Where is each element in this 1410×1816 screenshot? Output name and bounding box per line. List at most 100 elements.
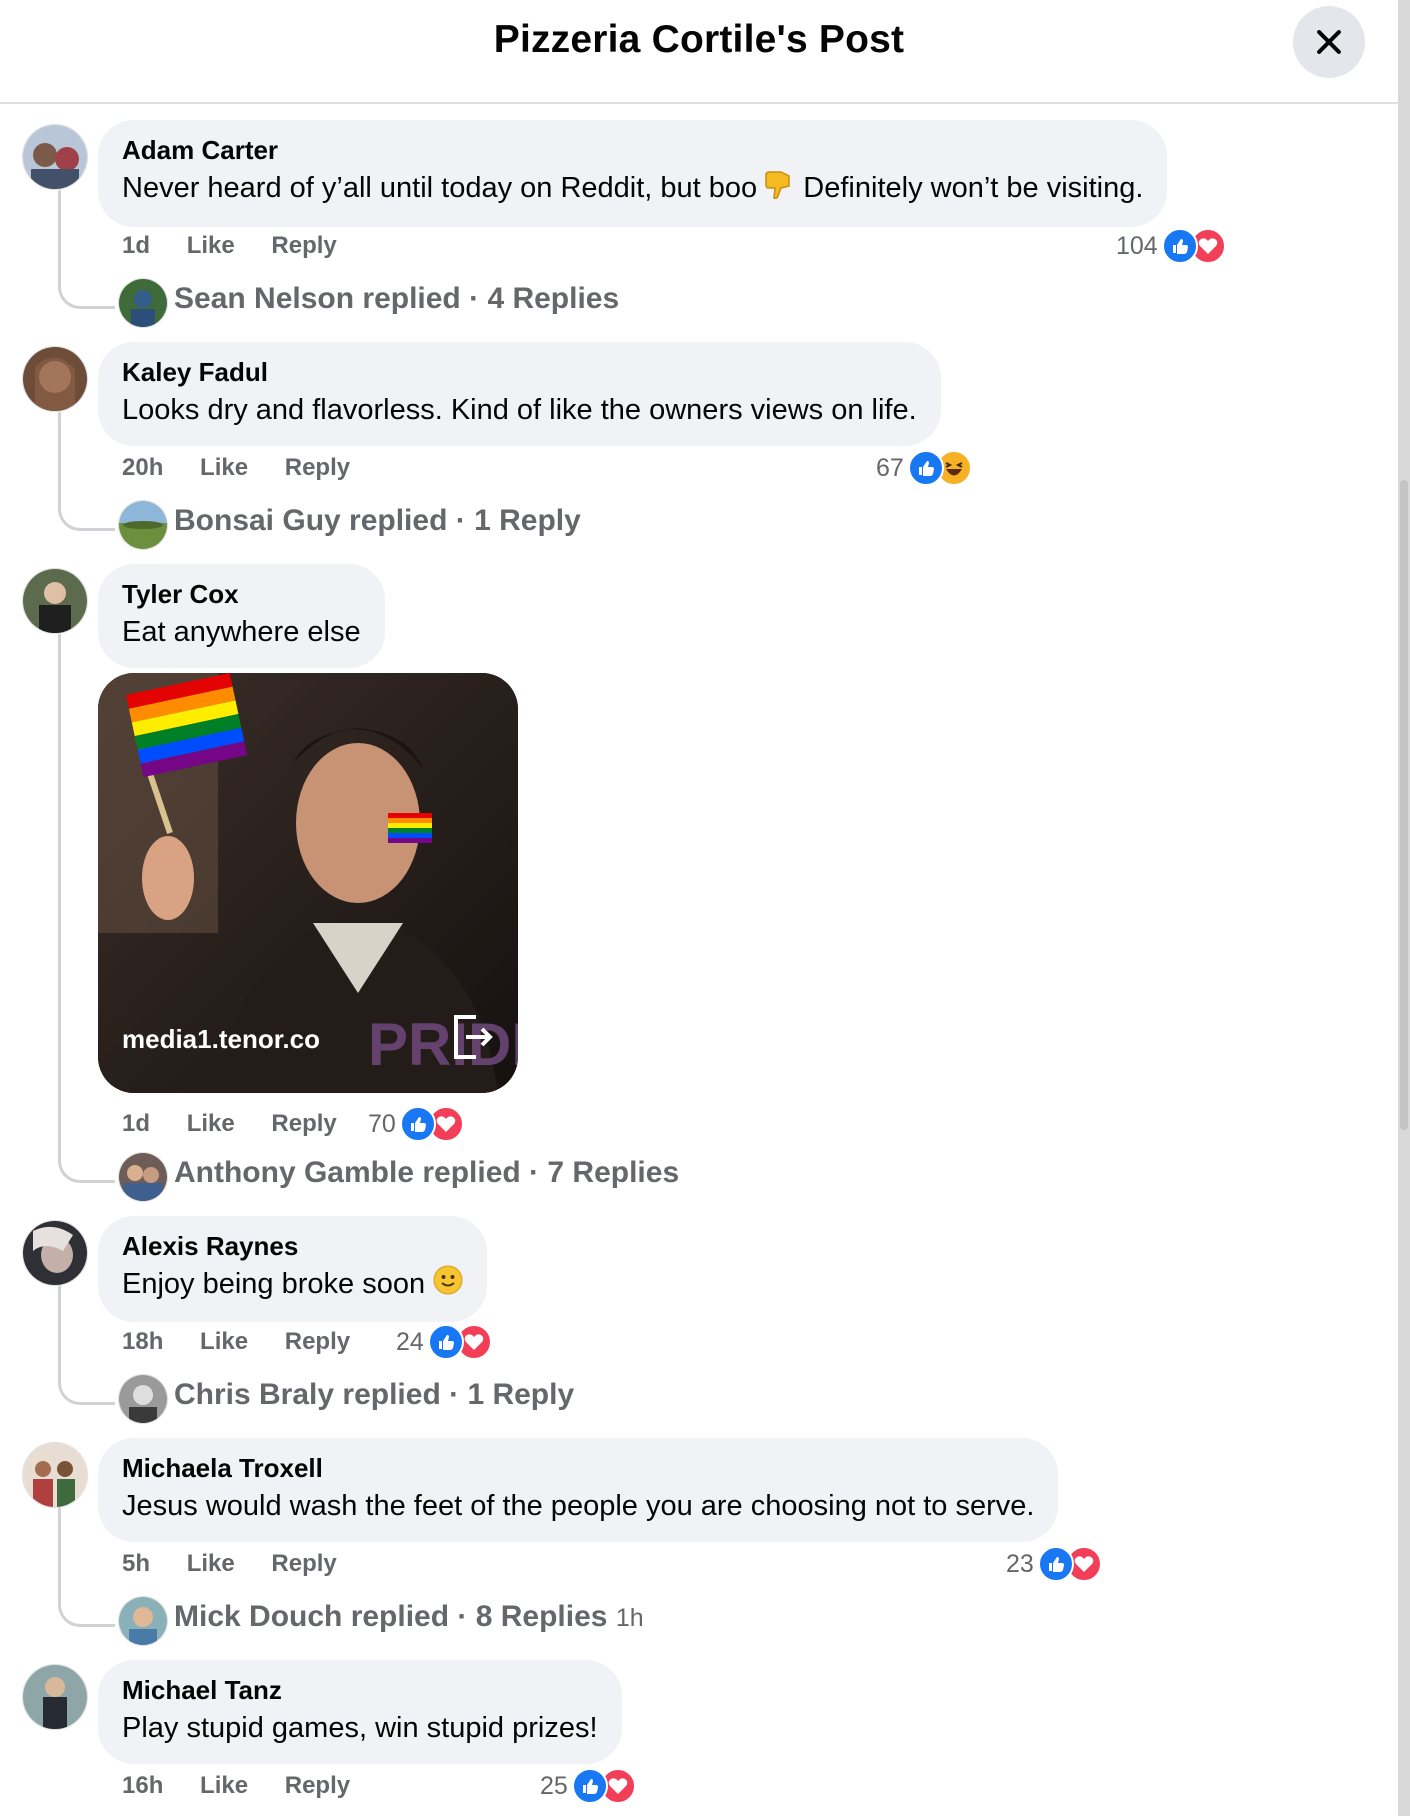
avatar[interactable] <box>22 124 88 190</box>
reply-button[interactable]: Reply <box>285 1772 350 1799</box>
like-icon <box>427 1324 464 1360</box>
comment-actions: 18h Like Reply <box>122 1328 380 1356</box>
comment-text: Eat anywhere else <box>122 616 361 648</box>
like-button[interactable]: Like <box>187 232 235 259</box>
reaction-summary[interactable]: 23 <box>1006 1546 1102 1582</box>
reply-summary-count: 1 Reply <box>474 504 581 537</box>
comment-time[interactable]: 20h <box>122 454 163 481</box>
comment-time[interactable]: 1d <box>122 1110 150 1137</box>
avatar[interactable] <box>118 500 168 550</box>
reaction-summary[interactable]: 67 <box>876 450 972 486</box>
reaction-summary[interactable]: 70 <box>368 1106 464 1142</box>
comment-text: Jesus would wash the feet of the people … <box>122 1490 1035 1522</box>
like-icon <box>1037 1546 1074 1582</box>
smiling-face-icon <box>433 1265 463 1306</box>
comment-author[interactable]: Michael Tanz <box>122 1674 598 1706</box>
comment-time[interactable]: 5h <box>122 1550 150 1577</box>
comment-author[interactable]: Kaley Fadul <box>122 356 917 388</box>
thread-connector <box>58 1376 115 1405</box>
comment-text-part: Never heard of y’all until today on Redd… <box>122 172 758 205</box>
reply-summary-name: Chris Braly replied <box>174 1378 441 1411</box>
reply-summary-name: Mick Douch replied <box>174 1600 450 1633</box>
reply-summary-count: 4 Replies <box>487 282 620 315</box>
avatar[interactable] <box>22 568 88 634</box>
comment-bubble[interactable]: Michaela Troxell Jesus would wash the fe… <box>98 1438 1059 1542</box>
like-button[interactable]: Like <box>200 1772 248 1799</box>
external-link-icon[interactable] <box>448 1013 496 1066</box>
reply-button[interactable]: Reply <box>271 232 336 259</box>
reply-summary-name: Anthony Gamble replied <box>174 1156 521 1189</box>
comment-bubble[interactable]: Alexis Raynes Enjoy being broke soon <box>98 1216 488 1322</box>
like-icon <box>399 1106 436 1142</box>
reply-summary-count: 1 Reply <box>467 1378 575 1411</box>
close-button[interactable] <box>1293 6 1365 78</box>
comment-text: Play stupid games, win stupid prizes! <box>122 1712 598 1744</box>
like-button[interactable]: Like <box>187 1110 235 1137</box>
reaction-count: 67 <box>876 453 904 482</box>
reaction-summary[interactable]: 24 <box>396 1324 492 1360</box>
reply-summary-count: 8 Replies <box>475 1600 608 1633</box>
thread-connector <box>58 280 115 309</box>
reply-button[interactable]: Reply <box>285 1328 350 1355</box>
reaction-count: 24 <box>396 1327 424 1356</box>
reaction-summary[interactable]: 25 <box>540 1768 636 1804</box>
reply-button[interactable]: Reply <box>285 454 350 481</box>
gif-attachment[interactable]: PRIDE media1.tenor.co <box>98 673 518 1093</box>
comment-time[interactable]: 18h <box>122 1328 163 1355</box>
thumbs-down-icon <box>765 168 795 211</box>
comment-actions: 5h Like Reply <box>122 1550 367 1578</box>
reply-button[interactable]: Reply <box>271 1110 336 1137</box>
like-button[interactable]: Like <box>200 454 248 481</box>
page-title: Pizzeria Cortile's Post <box>493 18 905 61</box>
dialog-header: Pizzeria Cortile's Post <box>0 0 1398 104</box>
thread-connector <box>58 502 115 531</box>
comment-actions: 20h Like Reply <box>122 454 380 482</box>
thread-connector <box>58 1598 115 1627</box>
comment-text-part: Definitely won’t be visiting. <box>803 172 1144 205</box>
scrollbar[interactable] <box>1398 0 1410 1816</box>
comment-text: Enjoy being broke soon <box>122 1264 463 1306</box>
comment-author[interactable]: Adam Carter <box>122 134 1143 166</box>
reply-summary[interactable]: Chris Braly replied · 1 Reply <box>174 1378 574 1412</box>
thread-connector <box>58 1154 115 1183</box>
comment-bubble[interactable]: Tyler Cox Eat anywhere else <box>98 564 385 668</box>
reply-summary[interactable]: Sean Nelson replied · 4 Replies <box>174 282 619 316</box>
comment-bubble[interactable]: Kaley Fadul Looks dry and flavorless. Ki… <box>98 342 941 446</box>
avatar[interactable] <box>118 1152 168 1202</box>
avatar[interactable] <box>22 346 88 412</box>
comment-time[interactable]: 16h <box>122 1772 163 1799</box>
like-icon <box>1161 228 1198 264</box>
reply-button[interactable]: Reply <box>271 1550 336 1577</box>
reply-summary-name: Bonsai Guy replied <box>174 504 448 537</box>
scrollbar-thumb[interactable] <box>1400 480 1408 1130</box>
reply-summary[interactable]: Mick Douch replied · 8 Replies 1h <box>174 1600 644 1634</box>
comment-text: Looks dry and flavorless. Kind of like t… <box>122 394 917 426</box>
thread-line <box>58 412 61 512</box>
reaction-count: 23 <box>1006 1549 1034 1578</box>
avatar[interactable] <box>22 1442 88 1508</box>
comment-bubble[interactable]: Adam Carter Never heard of y’all until t… <box>98 120 1168 227</box>
reply-summary-name: Sean Nelson replied <box>174 282 461 315</box>
comment-actions: 16h Like Reply <box>122 1772 380 1800</box>
like-button[interactable]: Like <box>200 1328 248 1355</box>
reaction-summary[interactable]: 104 <box>1116 228 1226 264</box>
comment-actions: 1d Like Reply <box>122 1110 367 1138</box>
reply-summary-time: 1h <box>615 1604 644 1632</box>
avatar[interactable] <box>118 278 168 328</box>
avatar[interactable] <box>118 1374 168 1424</box>
like-button[interactable]: Like <box>187 1550 235 1577</box>
comment-actions: 1d Like Reply <box>122 232 367 260</box>
reply-summary[interactable]: Anthony Gamble replied · 7 Replies <box>174 1156 679 1190</box>
comment-bubble[interactable]: Michael Tanz Play stupid games, win stup… <box>98 1660 622 1764</box>
avatar[interactable] <box>22 1664 88 1730</box>
reply-summary-count: 7 Replies <box>547 1156 680 1189</box>
comment-text: Never heard of y’all until today on Redd… <box>122 168 1143 211</box>
comment-author[interactable]: Alexis Raynes <box>122 1230 463 1262</box>
comment-author[interactable]: Michaela Troxell <box>122 1452 1034 1484</box>
comment-time[interactable]: 1d <box>122 232 150 259</box>
gif-source: media1.tenor.co <box>122 1024 320 1054</box>
comment-author[interactable]: Tyler Cox <box>122 578 361 610</box>
avatar[interactable] <box>118 1596 168 1646</box>
avatar[interactable] <box>22 1220 88 1286</box>
reply-summary[interactable]: Bonsai Guy replied · 1 Reply <box>174 504 581 538</box>
